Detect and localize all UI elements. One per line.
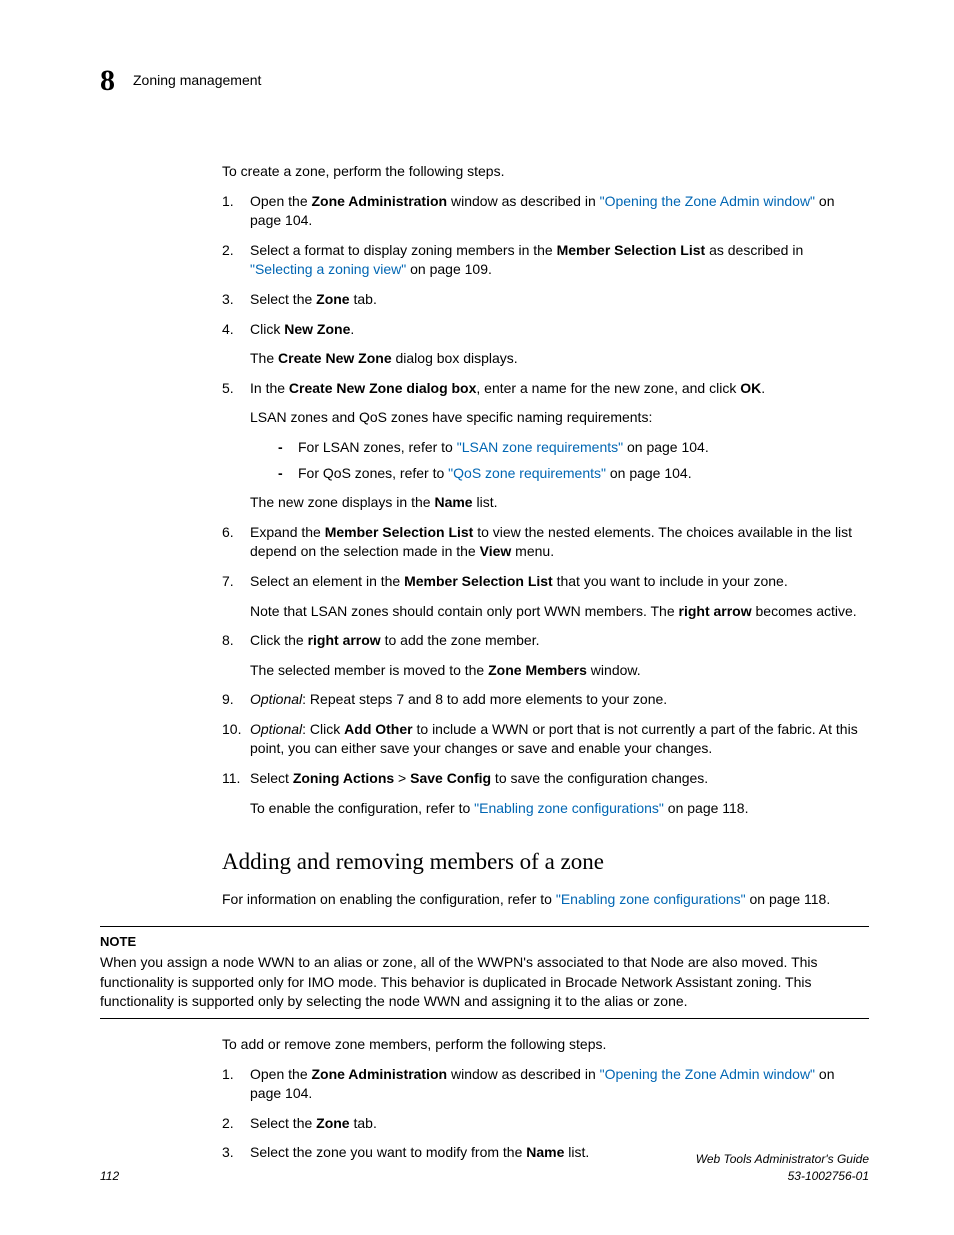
link-enabling-zone-config-2[interactable]: "Enabling zone configurations" — [556, 891, 746, 907]
step2-1: Open the Zone Administration window as d… — [222, 1065, 869, 1104]
step-11-sub: To enable the configuration, refer to "E… — [250, 799, 869, 819]
step-4: Click New Zone. The Create New Zone dial… — [222, 320, 869, 369]
step-11: Select Zoning Actions > Save Config to s… — [222, 769, 869, 818]
step-5-dash-2: For QoS zones, refer to "QoS zone requir… — [278, 464, 869, 484]
step-5-sublist: For LSAN zones, refer to "LSAN zone requ… — [250, 438, 869, 483]
step-2: Select a format to display zoning member… — [222, 241, 869, 280]
doc-id: 53-1002756-01 — [788, 1169, 869, 1183]
note-text: When you assign a node WWN to an alias o… — [100, 954, 818, 1009]
note-label: NOTE — [100, 933, 869, 951]
step-8-sub: The selected member is moved to the Zone… — [250, 661, 869, 681]
step-7-sub: Note that LSAN zones should contain only… — [250, 602, 869, 622]
step-5-sub2: The new zone displays in the Name list. — [250, 493, 869, 513]
step2-2: Select the Zone tab. — [222, 1114, 869, 1134]
step-5-dash-1: For LSAN zones, refer to "LSAN zone requ… — [278, 438, 869, 458]
step-4-sub: The Create New Zone dialog box displays. — [250, 349, 869, 369]
note-block: NOTE When you assign a node WWN to an al… — [100, 926, 869, 1019]
steps-list: Open the Zone Administration window as d… — [222, 192, 869, 819]
chapter-number: 8 — [100, 60, 115, 102]
page-number: 112 — [100, 1168, 119, 1185]
page-footer: 112 Web Tools Administrator's Guide 53-1… — [100, 1151, 869, 1185]
doc-title: Web Tools Administrator's Guide — [696, 1152, 869, 1166]
link-selecting-zoning-view[interactable]: "Selecting a zoning view" — [250, 261, 406, 277]
section2-intro: For information on enabling the configur… — [222, 890, 869, 910]
link-enabling-zone-config-1[interactable]: "Enabling zone configurations" — [474, 800, 664, 816]
main-content: To create a zone, perform the following … — [222, 162, 869, 1163]
footer-right: Web Tools Administrator's Guide 53-10027… — [696, 1151, 869, 1185]
section-heading-adding-removing: Adding and removing members of a zone — [222, 846, 869, 878]
chapter-title: Zoning management — [133, 71, 261, 91]
step-6: Expand the Member Selection List to view… — [222, 523, 869, 562]
steps-list-2: Open the Zone Administration window as d… — [222, 1065, 869, 1163]
step-5: In the Create New Zone dialog box, enter… — [222, 379, 869, 513]
step-7: Select an element in the Member Selectio… — [222, 572, 869, 621]
step-3: Select the Zone tab. — [222, 290, 869, 310]
intro-text: To create a zone, perform the following … — [222, 162, 869, 182]
link-lsan-requirements[interactable]: "LSAN zone requirements" — [457, 439, 623, 455]
step-10: Optional: Click Add Other to include a W… — [222, 720, 869, 759]
link-opening-zone-admin-2[interactable]: "Opening the Zone Admin window" — [600, 1066, 815, 1082]
link-qos-requirements[interactable]: "QoS zone requirements" — [448, 465, 606, 481]
step-8: Click the right arrow to add the zone me… — [222, 631, 869, 680]
step-9: Optional: Repeat steps 7 and 8 to add mo… — [222, 690, 869, 710]
page-header: 8 Zoning management — [100, 60, 869, 102]
step-5-sub1: LSAN zones and QoS zones have specific n… — [250, 408, 869, 428]
step-1: Open the Zone Administration window as d… — [222, 192, 869, 231]
link-opening-zone-admin[interactable]: "Opening the Zone Admin window" — [600, 193, 815, 209]
section2-intro2: To add or remove zone members, perform t… — [222, 1035, 869, 1055]
